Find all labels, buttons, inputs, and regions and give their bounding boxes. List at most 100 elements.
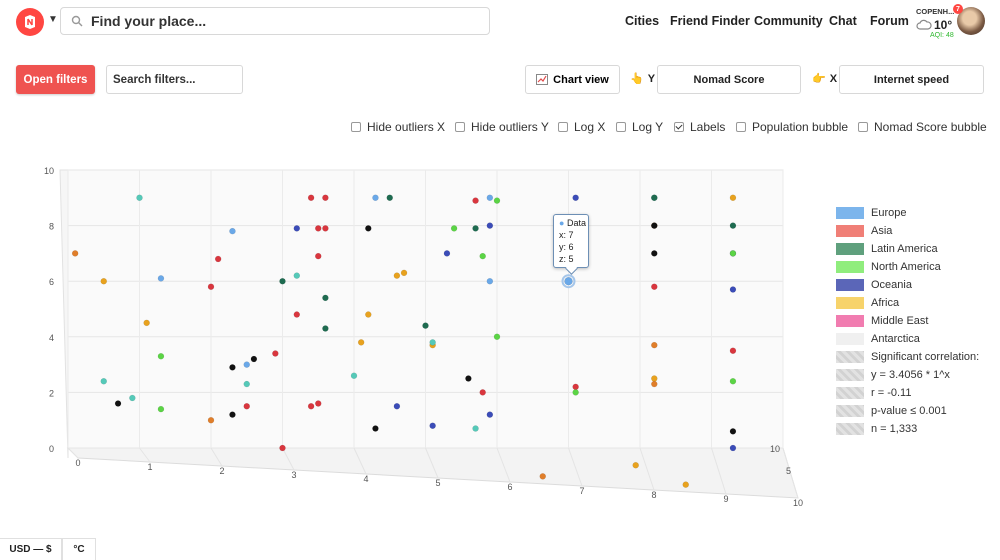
chart-view-button[interactable]: Chart view <box>525 65 620 94</box>
data-point <box>651 380 658 388</box>
open-filters-button[interactable]: Open filters <box>16 65 95 94</box>
checkbox[interactable] <box>351 122 361 132</box>
x-tick-label: 0 <box>75 458 80 468</box>
nav-chat[interactable]: Chat <box>829 14 857 28</box>
nav-cities[interactable]: Cities <box>625 14 659 28</box>
temperature-unit-selector[interactable]: °C <box>62 538 96 560</box>
legend-label: Asia <box>871 225 893 237</box>
data-point <box>682 481 689 488</box>
checkbox[interactable] <box>558 122 568 132</box>
cloud-icon <box>916 19 932 30</box>
y-axis-label: 👆 Y <box>630 72 656 86</box>
option-log-x[interactable]: Log X <box>558 120 605 134</box>
data-point <box>400 269 408 277</box>
option-log-y[interactable]: Log Y <box>616 120 663 134</box>
place-search-input[interactable] <box>89 12 473 30</box>
legend-swatch <box>836 333 864 345</box>
data-point <box>493 197 501 204</box>
data-point <box>651 222 658 229</box>
search-icon <box>71 15 83 27</box>
legend-swatch <box>836 261 864 273</box>
data-point <box>651 283 658 291</box>
data-point <box>293 272 301 279</box>
x-tick-label: 5 <box>435 478 440 488</box>
data-point <box>272 350 279 357</box>
scatter-3d-chart[interactable]: 0 2 4 6 8 10 0 1 2 3 4 5 6 7 8 9 10 10 5 <box>0 150 830 510</box>
data-point <box>214 255 222 263</box>
nav-community[interactable]: Community <box>754 14 823 28</box>
legend-item-antarctica[interactable]: Antarctica <box>836 333 920 345</box>
checkbox-checked[interactable] <box>674 122 684 132</box>
legend-item-africa[interactable]: Africa <box>836 297 899 309</box>
nav-friend-finder[interactable]: Friend Finder <box>670 14 750 28</box>
legend-item-oceania[interactable]: Oceania <box>836 279 912 291</box>
current-city[interactable]: COPENH... <box>916 7 954 16</box>
legend-item-asia[interactable]: Asia <box>836 225 892 237</box>
chart-left-wall <box>59 169 69 459</box>
data-point <box>100 378 107 385</box>
legend-label: Latin America <box>871 243 938 255</box>
data-point <box>479 252 486 260</box>
data-point <box>429 339 436 346</box>
point-up-icon: 👆 <box>630 73 644 85</box>
data-point <box>315 400 322 407</box>
legend-swatch <box>836 207 864 219</box>
place-search-box[interactable] <box>60 7 490 35</box>
data-point <box>472 425 479 432</box>
legend-item-middle-east[interactable]: Middle East <box>836 315 928 327</box>
legend-item-north-america[interactable]: North America <box>836 261 941 273</box>
logo-menu-caret-icon[interactable]: ▼ <box>48 14 58 25</box>
data-point <box>243 403 250 410</box>
data-point <box>572 389 579 396</box>
data-point <box>315 225 322 232</box>
checkbox[interactable] <box>616 122 626 132</box>
data-point <box>365 225 372 232</box>
legend-label: Antarctica <box>871 333 920 345</box>
data-point <box>229 411 236 418</box>
nomad-logo[interactable] <box>16 8 44 36</box>
x-tick-label: 8 <box>651 490 656 500</box>
data-point <box>322 194 329 202</box>
x-axis-select[interactable]: Internet speed <box>839 65 984 94</box>
data-point <box>365 311 372 318</box>
checkbox[interactable] <box>858 122 868 132</box>
y-tick-label: 2 <box>49 388 54 398</box>
data-point <box>114 400 122 407</box>
data-point <box>71 250 79 257</box>
stats-equation: y = 3.4056 * 1^x <box>836 369 950 381</box>
checkbox[interactable] <box>736 122 746 132</box>
legend-swatch <box>836 225 864 237</box>
data-point <box>372 425 379 432</box>
y-axis-select[interactable]: Nomad Score <box>657 65 801 94</box>
data-point <box>243 361 250 368</box>
data-point <box>157 353 165 360</box>
currency-selector[interactable]: USD — $ <box>0 538 62 560</box>
data-point <box>472 197 479 204</box>
legend-label: Middle East <box>871 315 929 327</box>
data-point <box>293 225 301 232</box>
option-hide-outliers-x[interactable]: Hide outliers X <box>351 120 445 134</box>
y-tick-label: 8 <box>49 222 54 232</box>
legend-item-europe[interactable]: Europe <box>836 207 906 219</box>
data-point <box>729 347 737 354</box>
nav-forum[interactable]: Forum <box>870 14 909 28</box>
data-point <box>372 194 379 202</box>
temperature: 10° <box>934 18 953 32</box>
checkbox[interactable] <box>455 122 465 132</box>
data-point <box>136 194 143 202</box>
stats-n: n = 1,333 <box>836 423 917 435</box>
data-point <box>229 364 236 371</box>
legend-item-latin-america[interactable]: Latin America <box>836 243 938 255</box>
y-tick-label: 0 <box>49 444 54 454</box>
z-tick-label: 5 <box>786 466 791 476</box>
data-point <box>350 372 358 379</box>
notification-badge[interactable]: 7 <box>953 4 963 14</box>
option-nomad-score-bubble[interactable]: Nomad Score bubble <box>858 120 987 134</box>
x-tick-label: 3 <box>291 470 296 480</box>
option-hide-outliers-y[interactable]: Hide outliers Y <box>455 120 549 134</box>
option-labels[interactable]: Labels <box>674 120 725 134</box>
option-population-bubble[interactable]: Population bubble <box>736 120 848 134</box>
data-point <box>279 444 286 452</box>
search-filters-input[interactable] <box>106 65 243 94</box>
legend-swatch <box>836 243 864 255</box>
